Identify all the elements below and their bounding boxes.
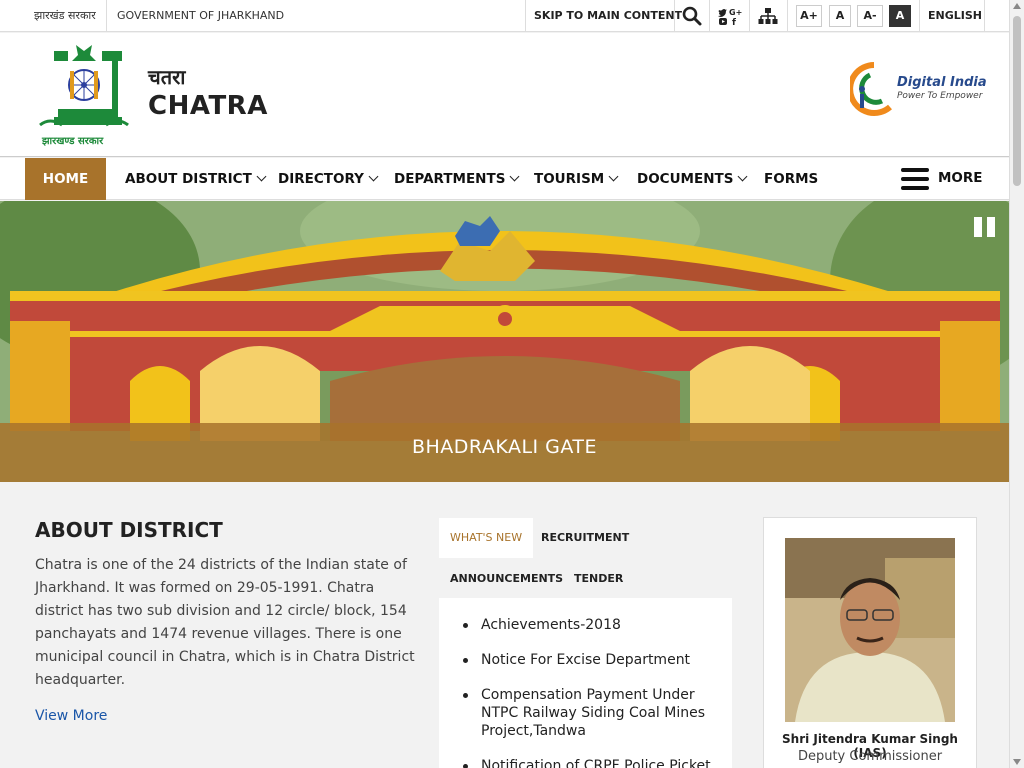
gov-hindi-label: झारखंड सरकार: [34, 9, 96, 22]
svg-text:G+: G+: [729, 8, 742, 17]
site-title-hindi: चतरा: [148, 65, 186, 89]
hamburger-menu-icon[interactable]: [901, 168, 929, 190]
news-item[interactable]: Notification of CRPF Police Picket: [463, 757, 722, 768]
font-normal-button[interactable]: A: [829, 5, 851, 27]
nav-label: ABOUT DISTRICT: [125, 171, 252, 187]
tab-tender[interactable]: TENDER: [563, 559, 634, 599]
tab-recruitment[interactable]: RECRUITMENT: [530, 518, 640, 558]
about-district-text: Chatra is one of the 24 districts of the…: [35, 557, 415, 688]
scroll-down-arrow-icon[interactable]: [1013, 759, 1021, 765]
divider: [919, 0, 920, 32]
search-icon[interactable]: [681, 5, 703, 27]
divider: [674, 0, 675, 32]
divider: [749, 0, 750, 32]
gov-english-label: GOVERNMENT OF JHARKHAND: [117, 9, 285, 22]
deputy-commissioner-card: Shri Jitendra Kumar Singh (IAS) Deputy C…: [763, 517, 977, 768]
view-more-link[interactable]: View More: [35, 708, 107, 724]
top-utility-bar: झारखंड सरकार GOVERNMENT OF JHARKHAND SKI…: [0, 0, 1009, 32]
divider: [525, 0, 526, 32]
chevron-down-icon: [256, 171, 267, 182]
skip-to-main-content-link[interactable]: SKIP TO MAIN CONTENT: [534, 0, 682, 32]
tab-whats-new[interactable]: WHAT'S NEW: [439, 518, 534, 558]
main-nav: HOME ABOUT DISTRICT DIRECTORY DEPARTMENT…: [0, 158, 1009, 200]
svg-text:f: f: [732, 18, 736, 27]
nav-label: TOURISM: [534, 171, 605, 187]
about-district-heading: ABOUT DISTRICT: [35, 518, 223, 542]
nav-label: HOME: [42, 171, 89, 187]
official-role: Deputy Commissioner: [797, 749, 943, 764]
nav-item-tourism[interactable]: TOURISM: [534, 158, 619, 200]
scroll-thumb[interactable]: [1013, 16, 1021, 186]
nav-item-home[interactable]: HOME: [25, 158, 106, 200]
news-item[interactable]: Notice For Excise Department: [463, 651, 722, 669]
page-scrollbar[interactable]: [1009, 0, 1024, 768]
sitemap-icon[interactable]: [757, 5, 779, 27]
chevron-down-icon: [509, 171, 520, 182]
language-switch[interactable]: ENGLISH: [928, 0, 982, 32]
divider: [106, 0, 107, 32]
jharkhand-emblem-logo[interactable]: [36, 43, 132, 147]
slide-caption: BHADRAKALI GATE: [0, 423, 1009, 482]
nav-label: DOCUMENTS: [637, 171, 734, 187]
chevron-down-icon: [738, 171, 748, 182]
nav-item-forms[interactable]: FORMS: [764, 158, 818, 200]
news-item[interactable]: Achievements-2018: [463, 616, 722, 634]
whats-new-panel: Achievements-2018 Notice For Excise Depa…: [439, 598, 732, 768]
news-item[interactable]: Compensation Payment Under NTPC Railway …: [463, 686, 722, 740]
nav-item-documents[interactable]: DOCUMENTS: [637, 158, 748, 200]
chevron-down-icon: [368, 171, 379, 182]
nav-item-departments[interactable]: DEPARTMENTS: [394, 158, 520, 200]
hero-slider: BHADRAKALI GATE: [0, 201, 1009, 482]
emblem-caption: झारखण्ड सरकार: [42, 136, 104, 147]
nav-label: FORMS: [764, 171, 819, 187]
divider: [709, 0, 710, 32]
nav-label: DIRECTORY: [278, 171, 364, 187]
site-title: CHATRA: [148, 91, 268, 121]
font-increase-button[interactable]: A+: [796, 5, 822, 27]
scroll-up-arrow-icon[interactable]: [1013, 3, 1021, 9]
divider: [787, 0, 788, 32]
nav-more-button[interactable]: MORE: [938, 158, 983, 200]
social-media-icons[interactable]: G+ f: [717, 5, 743, 27]
digital-india-title: Digital India: [897, 75, 987, 90]
divider: [984, 0, 985, 32]
official-photo: [785, 538, 955, 722]
news-tabs: WHAT'S NEW RECRUITMENT ANNOUNCEMENTS TEN…: [439, 518, 732, 598]
nav-item-about-district[interactable]: ABOUT DISTRICT: [125, 158, 267, 200]
site-header: झारखण्ड सरकार चतरा CHATRA Digital India …: [0, 33, 1009, 157]
tab-announcements[interactable]: ANNOUNCEMENTS: [439, 559, 574, 599]
font-decrease-button[interactable]: A-: [857, 5, 883, 27]
chevron-down-icon: [608, 171, 619, 182]
digital-india-tagline: Power To Empower: [897, 91, 983, 101]
pause-slider-button[interactable]: [974, 217, 996, 237]
nav-label: DEPARTMENTS: [394, 171, 506, 187]
nav-item-directory[interactable]: DIRECTORY: [278, 158, 379, 200]
high-contrast-button[interactable]: A: [889, 5, 911, 27]
